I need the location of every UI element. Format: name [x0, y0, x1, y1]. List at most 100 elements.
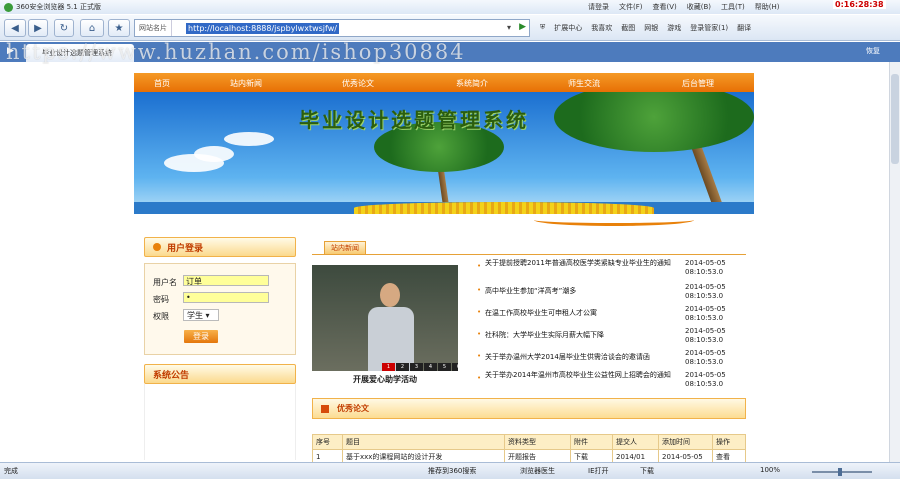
photo-page[interactable]: 4 [424, 363, 437, 371]
login-title: 用户登录 [167, 243, 204, 254]
news-title[interactable]: 关于提前授聘2011年普通高校医学类紧缺专业毕业生的通知 [485, 259, 685, 268]
news-title[interactable]: 关于举办2014年温州市高校毕业生公益性网上招聘会的通知 [485, 371, 685, 380]
login-panel: 用户登录 用户名 订单 密码 • 权限 学生 ▾ 登录 [144, 237, 296, 355]
tool-screenshot[interactable]: 截图 [621, 23, 635, 33]
flower-field [354, 202, 654, 214]
news-date-time: 08:10:53.0 [685, 268, 724, 276]
shield-icon[interactable]: ⛨ [540, 23, 545, 33]
nav-exchange[interactable]: 师生交流 [568, 78, 600, 89]
menu-bar: 请登录 文件(F) 查看(V) 收藏(B) 工具(T) 帮助(H) [588, 2, 780, 12]
photo-page[interactable]: 2 [396, 363, 409, 371]
photo-page[interactable]: 5 [438, 363, 451, 371]
photo-pager: 1 2 3 4 5 6 [382, 363, 458, 371]
news-title[interactable]: 社科院：大学毕业生实际月薪大幅下降 [485, 331, 685, 340]
news-item[interactable]: • 关于举办2014年温州市高校毕业生公益性网上招聘会的通知 2014-05-05 0… [477, 371, 747, 389]
vertical-scrollbar[interactable] [889, 62, 900, 462]
browser-logo-icon [4, 2, 13, 12]
window-title: 360安全浏览器 5.1 正式版 [16, 3, 101, 11]
go-icon[interactable]: ▶ [519, 22, 526, 32]
back-arrow-icon: ◀ [11, 22, 19, 34]
news-item[interactable]: • 高中毕业生参加“洋高考”潮多 2014-05-05 08:10:53.0 [477, 283, 747, 301]
news-date-time: 08:10:53.0 [685, 336, 724, 344]
url-input[interactable]: http://localhost:8888/jspbylwxtwsjfw/ [186, 22, 339, 34]
forward-button[interactable]: ▶ [28, 19, 48, 37]
bullet-icon [153, 243, 161, 251]
status-download[interactable]: 下载 [640, 466, 654, 476]
refresh-button[interactable]: ↻ [54, 19, 74, 37]
photo-page[interactable]: 3 [410, 363, 423, 371]
scrollbar-thumb[interactable] [891, 74, 899, 164]
photo-page[interactable]: 1 [382, 363, 395, 371]
menu-login[interactable]: 请登录 [588, 2, 609, 12]
browser-toolbar: ◀ ▶ ↻ ⌂ ★ 网站名片 http://localhost:8888/jsp… [0, 15, 900, 41]
refresh-icon: ↻ [59, 22, 69, 34]
col-submitter: 提交人 [612, 434, 659, 450]
news-item[interactable]: • 关于提前授聘2011年普通高校医学类紧缺专业毕业生的通知 2014-05-05 0… [477, 259, 747, 277]
address-bar[interactable]: 网站名片 http://localhost:8888/jspbylwxtwsjf… [134, 19, 530, 37]
back-button[interactable]: ◀ [4, 19, 26, 37]
photo-page[interactable]: 6 [452, 363, 458, 371]
home-button[interactable]: ⌂ [80, 19, 104, 37]
news-photo[interactable]: 1 2 3 4 5 6 [312, 265, 458, 371]
nav-papers[interactable]: 优秀论文 [342, 78, 374, 89]
nav-intro[interactable]: 系统简介 [456, 78, 488, 89]
menu-favorites[interactable]: 收藏(B) [687, 2, 711, 12]
status-doctor[interactable]: 浏览器医生 [520, 466, 555, 476]
tool-translate[interactable]: 翻译 [737, 23, 751, 33]
person-head [380, 283, 400, 307]
news-item[interactable]: • 在温工作高校毕业生可申租人才公寓 2014-05-05 08:10:53.0 [477, 305, 747, 323]
menu-tools[interactable]: 工具(T) [721, 2, 745, 12]
col-action: 操作 [712, 434, 746, 450]
news-date: 2014-05-05 08:10:53.0 [685, 349, 726, 367]
tool-games[interactable]: 游戏 [667, 23, 681, 33]
role-select[interactable]: 学生 ▾ [183, 309, 219, 321]
news-item[interactable]: • 社科院：大学毕业生实际月薪大幅下降 2014-05-05 08:10:53.0 [477, 327, 747, 345]
tool-login-manager[interactable]: 登录管家(1) [690, 23, 728, 33]
login-header: 用户登录 [144, 237, 296, 257]
status-search[interactable]: 推荐到360搜索 [428, 466, 476, 476]
status-text: 完成 [4, 467, 18, 475]
tool-extensions[interactable]: 扩展中心 [554, 23, 582, 33]
news-date-day: 2014-05-05 [685, 283, 726, 291]
news-divider [312, 254, 746, 255]
site-card-button[interactable]: 网站名片 [135, 20, 172, 36]
menu-view[interactable]: 查看(V) [653, 2, 677, 12]
restore-button[interactable]: 恢复 [866, 46, 880, 56]
zoom-level[interactable]: 100% [760, 466, 780, 474]
menu-file[interactable]: 文件(F) [619, 2, 643, 12]
login-button[interactable]: 登录 [184, 330, 218, 343]
status-ie[interactable]: IE打开 [588, 466, 609, 476]
status-bar: 完成 推荐到360搜索 浏览器医生 IE打开 下载 100% [0, 462, 900, 479]
banner-title: 毕业设计选题管理系统 [299, 108, 529, 132]
password-input[interactable]: • [183, 292, 269, 303]
news-title[interactable]: 高中毕业生参加“洋高考”潮多 [485, 287, 685, 296]
menu-help[interactable]: 帮助(H) [755, 2, 780, 12]
tool-like[interactable]: 我喜欢 [591, 23, 612, 33]
news-date-time: 08:10:53.0 [685, 314, 724, 322]
cloud-shape [194, 146, 234, 162]
news-date: 2014-05-05 08:10:53.0 [685, 327, 726, 345]
zoom-slider-knob[interactable] [838, 468, 842, 476]
favorite-button[interactable]: ★ [108, 19, 130, 37]
login-form: 用户名 订单 密码 • 权限 学生 ▾ 登录 [144, 263, 296, 355]
news-title[interactable]: 在温工作高校毕业生可申租人才公寓 [485, 309, 685, 318]
nav-news[interactable]: 站内新闻 [230, 78, 262, 89]
nav-admin[interactable]: 后台管理 [682, 78, 714, 89]
news-date-time: 08:10:53.0 [685, 292, 724, 300]
photo-caption[interactable]: 开展爱心助学活动 [312, 374, 458, 385]
news-item[interactable]: • 关于举办温州大学2014届毕业生供需洽谈会的邀请函 2014-05-05 08:1… [477, 349, 747, 367]
col-attachment: 附件 [570, 434, 613, 450]
papers-header: 优秀论文 [312, 398, 746, 419]
bullet-icon: • [477, 330, 482, 338]
chevron-down-icon[interactable]: ▾ [507, 23, 511, 32]
zoom-slider[interactable] [812, 468, 872, 476]
table-header-row: 序号 题目 资料类型 附件 提交人 添加时间 操作 [312, 434, 746, 450]
news-title[interactable]: 关于举办温州大学2014届毕业生供需洽谈会的邀请函 [485, 353, 685, 362]
username-input[interactable]: 订单 [183, 275, 269, 286]
site-nav: 首页 站内新闻 优秀论文 系统简介 师生交流 后台管理 [134, 73, 754, 92]
news-tab[interactable]: 站内新闻 [324, 241, 366, 255]
bullet-icon: • [477, 352, 482, 360]
tool-bank[interactable]: 网银 [644, 23, 658, 33]
nav-home[interactable]: 首页 [154, 78, 170, 89]
bullet-icon: • [477, 262, 482, 270]
